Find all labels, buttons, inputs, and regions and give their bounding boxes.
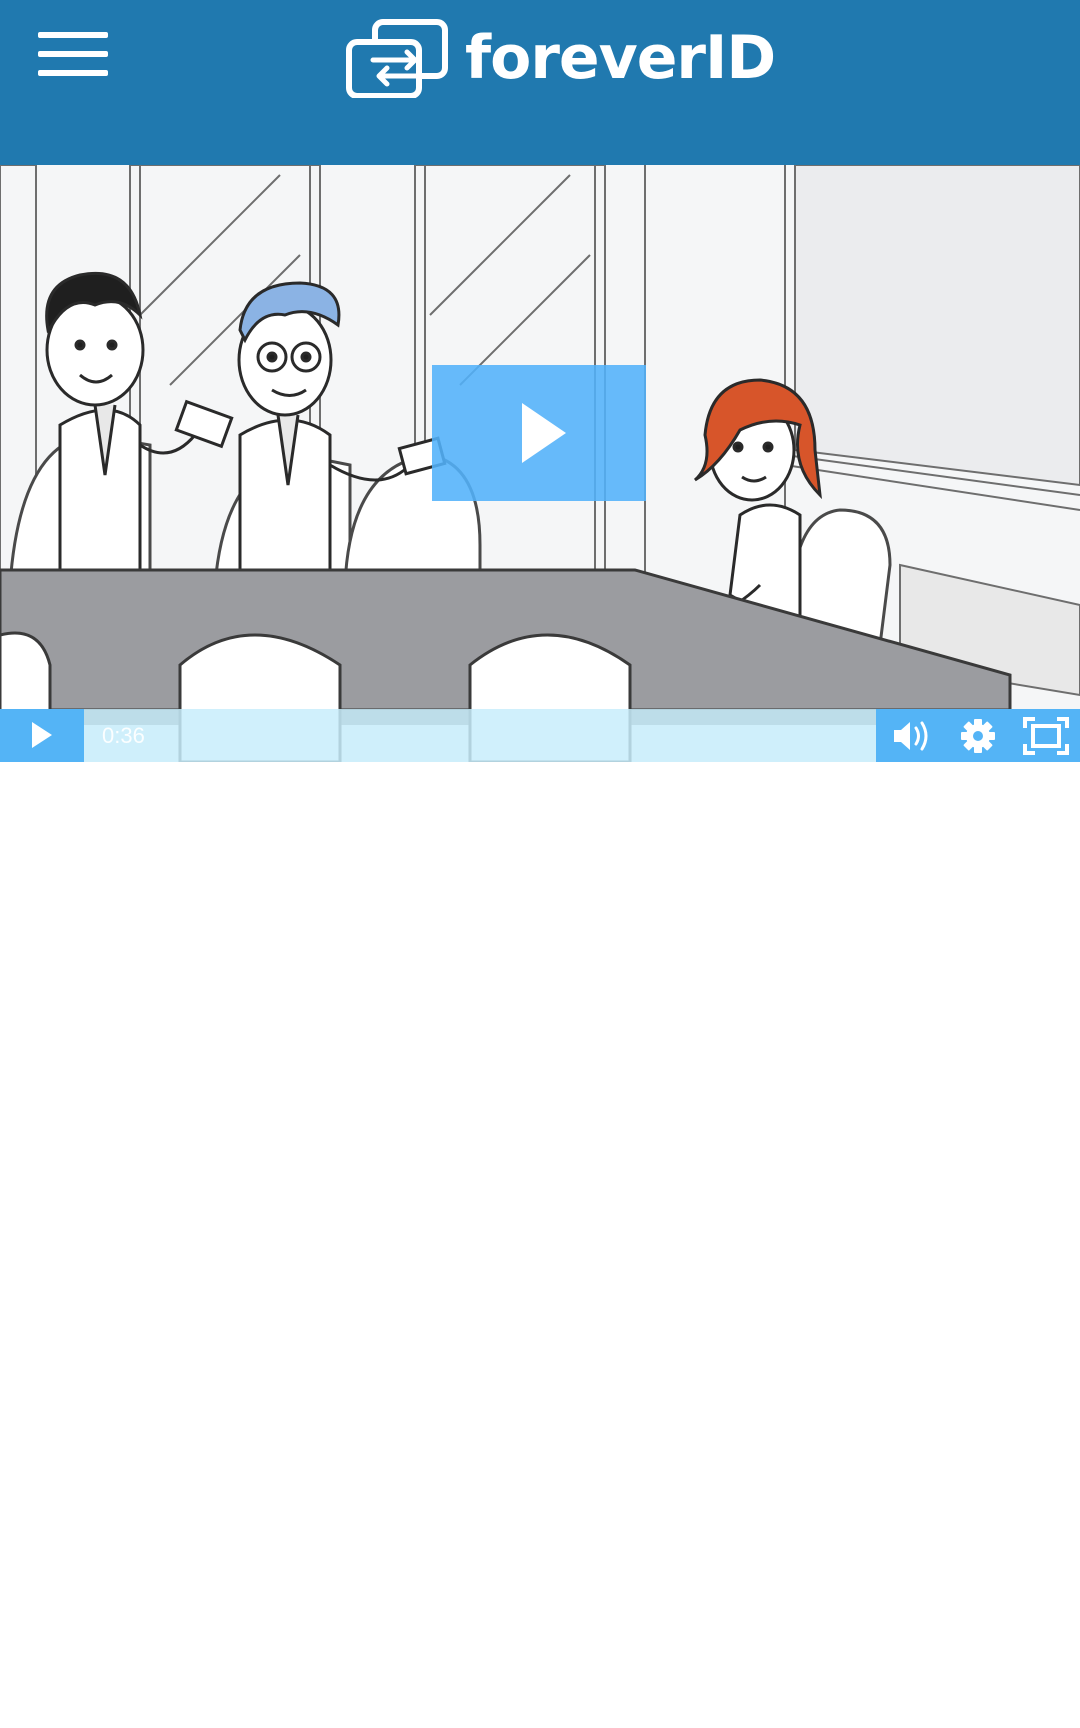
video-controls-bar: 0:36 (0, 709, 1080, 762)
foreverid-logo[interactable]: foreverID (345, 18, 776, 98)
swap-arrows-icon (346, 19, 448, 98)
play-icon (32, 722, 52, 748)
big-play-button[interactable] (432, 365, 646, 501)
logo-text: foreverID (465, 23, 776, 93)
control-buttons-group (876, 709, 1080, 762)
hamburger-menu-icon[interactable] (36, 26, 110, 82)
gear-icon[interactable] (956, 715, 1000, 757)
control-play-button[interactable] (0, 709, 84, 762)
fullscreen-icon[interactable] (1022, 715, 1069, 757)
app-header: foreverID (0, 0, 1080, 165)
video-player[interactable]: 0:36 (0, 165, 1080, 762)
play-icon (522, 403, 566, 463)
volume-icon[interactable] (890, 715, 934, 757)
current-time: 0:36 (102, 723, 145, 748)
